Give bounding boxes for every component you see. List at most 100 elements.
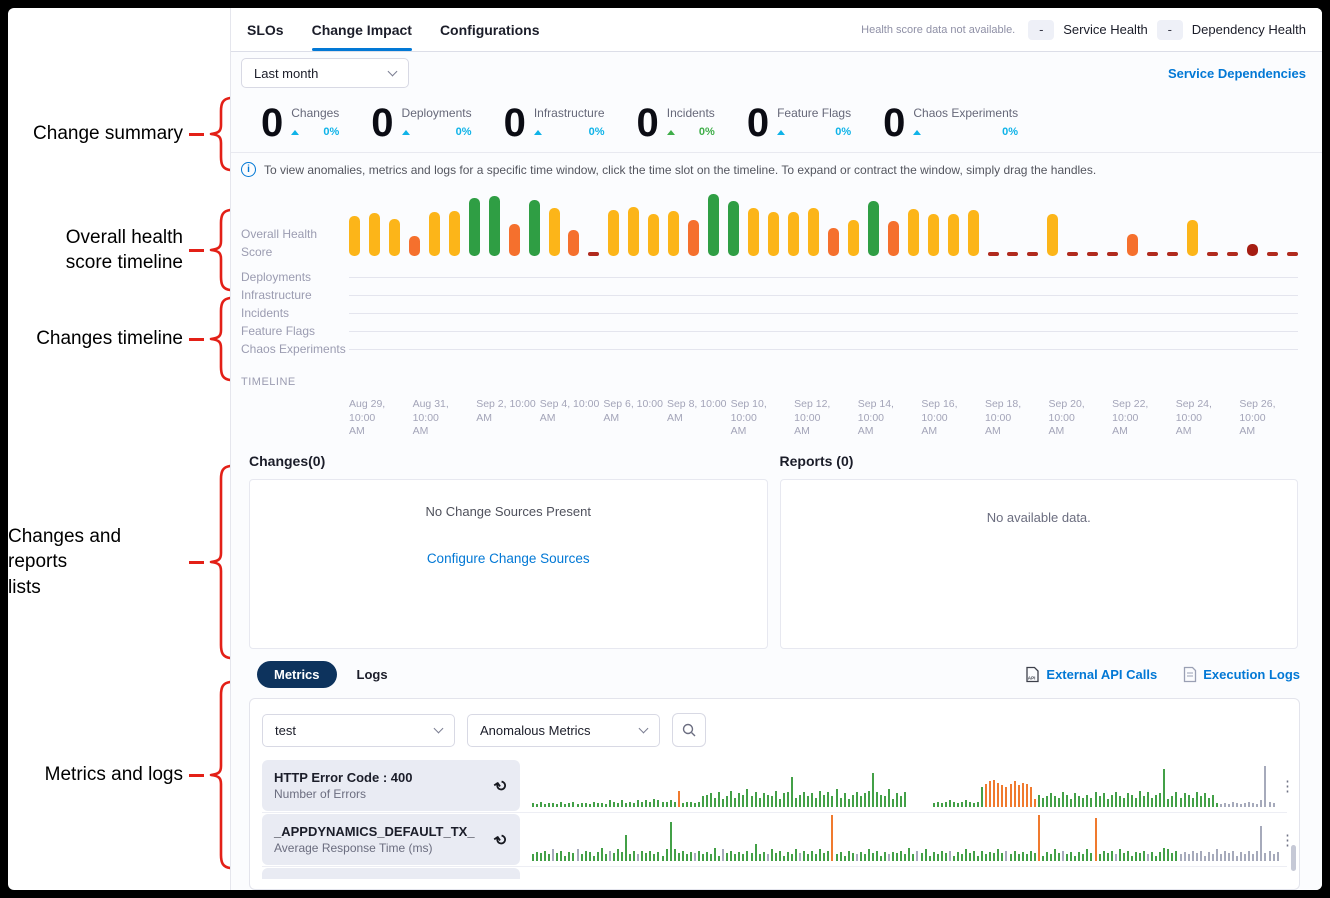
spark-bar	[844, 793, 846, 807]
spark-bar	[1212, 854, 1214, 861]
health-score-bar[interactable]	[848, 220, 859, 256]
health-score-bar[interactable]	[1067, 252, 1078, 256]
health-score-bars[interactable]	[349, 190, 1298, 256]
changes-title: Changes(0)	[249, 453, 768, 469]
spark-bar	[633, 851, 635, 861]
spark-bar	[1212, 795, 1214, 807]
search-button[interactable]	[672, 713, 706, 747]
health-score-bar[interactable]	[1127, 234, 1138, 256]
health-score-bar[interactable]	[549, 208, 560, 256]
timeline-row-infrastructure: Infrastructure	[241, 286, 1298, 304]
dependency-health-label: Dependency Health	[1192, 22, 1306, 37]
health-score-bar[interactable]	[828, 228, 839, 256]
spark-bar	[1139, 853, 1141, 861]
health-score-bar[interactable]	[1207, 252, 1218, 256]
execution-logs-link[interactable]: Execution Logs	[1183, 666, 1300, 683]
metric-name-card[interactable]: HTTP Error Code : 400Number of Errors	[262, 760, 520, 811]
health-score-bar[interactable]	[888, 221, 899, 256]
health-score-bar[interactable]	[988, 252, 999, 256]
timeline-date-label: Sep 26, 10:00 AM	[1239, 398, 1303, 439]
metric-sparkline[interactable]	[532, 813, 1280, 866]
service-filter-select[interactable]: test	[262, 714, 455, 747]
health-score-bar[interactable]	[389, 219, 400, 256]
health-score-bar[interactable]	[489, 196, 500, 256]
health-score-bar[interactable]	[648, 214, 659, 256]
kebab-menu-icon[interactable]	[1280, 759, 1295, 812]
health-score-bar[interactable]	[509, 224, 520, 256]
external-api-calls-link[interactable]: API External API Calls	[1025, 666, 1157, 683]
spark-bar	[856, 792, 858, 807]
health-score-bar[interactable]	[1267, 252, 1278, 256]
health-score-bar[interactable]	[1027, 252, 1038, 256]
health-score-bar[interactable]	[449, 211, 460, 256]
spark-bar	[690, 852, 692, 861]
spark-bar	[577, 849, 579, 861]
health-score-bar[interactable]	[469, 198, 480, 256]
spark-bar	[1163, 769, 1165, 807]
health-score-bar[interactable]	[948, 214, 959, 256]
health-score-bar[interactable]	[1187, 220, 1198, 256]
spark-bar	[925, 849, 927, 861]
health-score-bar[interactable]	[369, 213, 380, 256]
metric-sparkline[interactable]	[532, 759, 1280, 812]
health-score-bar[interactable]	[1287, 252, 1298, 256]
health-score-bar[interactable]	[768, 212, 779, 256]
tab-logs[interactable]: Logs	[357, 667, 388, 682]
spark-bar	[694, 803, 696, 807]
spark-bar	[997, 783, 999, 807]
annotation-metrics-logs: Metrics and logs	[8, 680, 204, 870]
metric-type-select[interactable]: Anomalous Metrics	[467, 714, 660, 747]
health-score-bar[interactable]	[608, 210, 619, 256]
health-score-bar[interactable]	[748, 208, 759, 256]
health-score-bar[interactable]	[928, 214, 939, 256]
svg-text:API: API	[1028, 676, 1036, 681]
configure-change-sources-link[interactable]: Configure Change Sources	[250, 551, 767, 566]
health-score-bar[interactable]	[1227, 252, 1238, 256]
health-score-bar[interactable]	[868, 201, 879, 256]
health-score-bar[interactable]	[1087, 252, 1098, 256]
chevron-down-icon	[434, 724, 444, 734]
health-score-bar[interactable]	[668, 211, 679, 256]
health-score-bar[interactable]	[968, 210, 979, 256]
health-score-bar[interactable]	[568, 230, 579, 256]
spark-bar	[969, 853, 971, 861]
health-score-bar[interactable]	[688, 220, 699, 256]
health-score-bar[interactable]	[728, 201, 739, 256]
spark-bar	[953, 856, 955, 861]
spark-bar	[860, 852, 862, 861]
scrollbar-thumb[interactable]	[1291, 845, 1296, 871]
health-score-bar[interactable]	[908, 209, 919, 256]
trend-up-icon	[777, 130, 785, 135]
health-score-bar[interactable]	[409, 236, 420, 256]
tab-metrics[interactable]: Metrics	[257, 661, 337, 688]
spark-bar	[621, 800, 623, 807]
metric-name-card[interactable]: _APPDYNAMICS_DEFAULT_TX_Average Response…	[262, 814, 520, 865]
health-score-bar[interactable]	[1247, 244, 1258, 256]
spark-bar	[1244, 803, 1246, 807]
tab-slos[interactable]: SLOs	[247, 8, 284, 51]
health-score-bar[interactable]	[628, 207, 639, 256]
timeline-caption: TIMELINE	[241, 376, 1298, 388]
metric-name-card[interactable]	[262, 868, 520, 879]
time-range-select[interactable]: Last month	[241, 58, 409, 88]
health-score-bar[interactable]	[349, 216, 360, 256]
health-score-bar[interactable]	[529, 200, 540, 256]
changes-reports-section: Changes(0) No Change Sources Present Con…	[231, 439, 1322, 649]
tab-change-impact[interactable]: Change Impact	[312, 8, 412, 51]
health-score-bar[interactable]	[1007, 252, 1018, 256]
health-score-bar[interactable]	[1107, 252, 1118, 256]
spark-bar	[819, 849, 821, 861]
service-dependencies-link[interactable]: Service Dependencies	[1168, 66, 1306, 81]
health-score-bar[interactable]	[788, 212, 799, 256]
header-tabs: SLOs Change Impact Configurations	[247, 8, 539, 51]
spark-bar	[836, 789, 838, 807]
timeline-date-label: Aug 31, 10:00 AM	[413, 398, 477, 439]
tab-configurations[interactable]: Configurations	[440, 8, 540, 51]
health-score-bar[interactable]	[708, 194, 719, 256]
health-score-bar[interactable]	[1167, 252, 1178, 256]
health-score-bar[interactable]	[808, 208, 819, 256]
health-score-bar[interactable]	[588, 252, 599, 256]
health-score-bar[interactable]	[1047, 214, 1058, 256]
health-score-bar[interactable]	[1147, 252, 1158, 256]
health-score-bar[interactable]	[429, 212, 440, 256]
